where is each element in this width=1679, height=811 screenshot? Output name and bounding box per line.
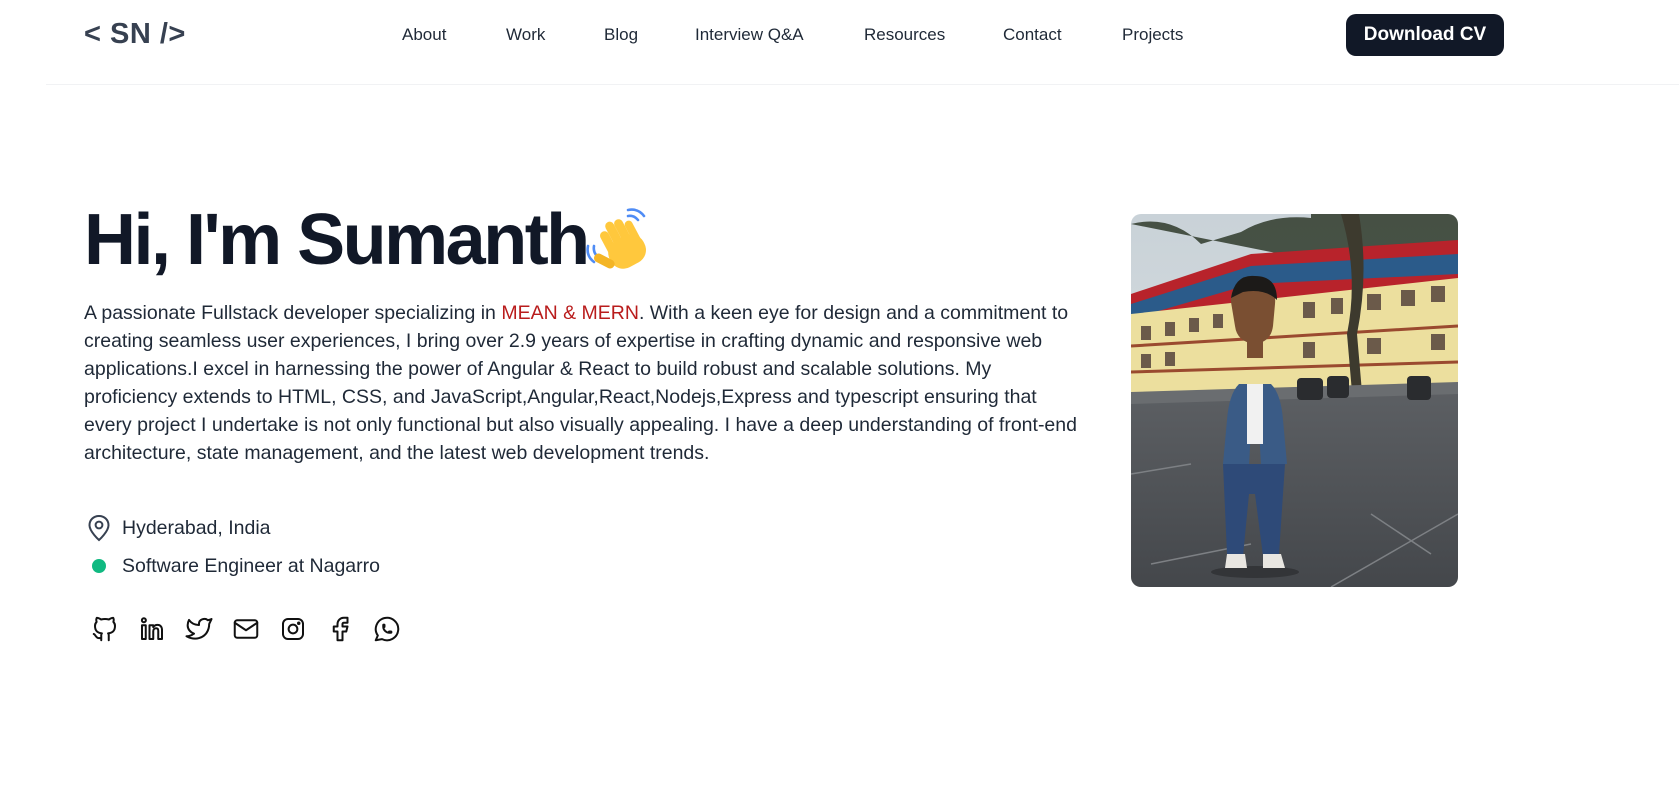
bio-text-end: . With a keen eye for design and a commi… — [84, 302, 1077, 464]
nav-blog[interactable]: Blog — [604, 25, 638, 45]
job-row: Software Engineer at Nagarro — [86, 552, 380, 580]
nav-work[interactable]: Work — [506, 25, 545, 45]
waving-hand-icon — [586, 208, 646, 269]
profile-photo-illustration — [1131, 214, 1458, 587]
site-logo[interactable]: < SN /> — [84, 18, 186, 51]
download-cv-button[interactable]: Download CV — [1346, 14, 1504, 56]
bio-text-start: A passionate Fullstack developer special… — [84, 302, 502, 324]
twitter-icon[interactable] — [182, 612, 216, 646]
hero-greeting: Hi, I'm Sumanth — [84, 200, 590, 280]
nav-projects[interactable]: Projects — [1122, 25, 1183, 45]
bio-paragraph: A passionate Fullstack developer special… — [84, 299, 1084, 467]
profile-photo — [1131, 214, 1458, 587]
tech-stack-highlight: MEAN & MERN — [501, 302, 639, 324]
github-icon[interactable] — [88, 612, 122, 646]
instagram-icon[interactable] — [276, 612, 310, 646]
linkedin-icon[interactable] — [135, 612, 169, 646]
location-row: Hyderabad, India — [86, 514, 271, 542]
site-header: < SN /> About Work Blog Interview Q&A Re… — [46, 0, 1679, 85]
job-text: Software Engineer at Nagarro — [122, 554, 380, 577]
location-text: Hyderabad, India — [122, 516, 271, 539]
whatsapp-icon[interactable] — [370, 612, 404, 646]
map-pin-icon — [88, 514, 110, 542]
status-dot — [92, 559, 106, 573]
nav-about[interactable]: About — [402, 25, 446, 45]
nav-contact[interactable]: Contact — [1003, 25, 1062, 45]
mail-icon[interactable] — [229, 612, 263, 646]
status-dot-wrap — [86, 552, 112, 580]
nav-resources[interactable]: Resources — [864, 25, 945, 45]
nav-interview-qa[interactable]: Interview Q&A — [695, 25, 804, 45]
facebook-icon[interactable] — [323, 612, 357, 646]
